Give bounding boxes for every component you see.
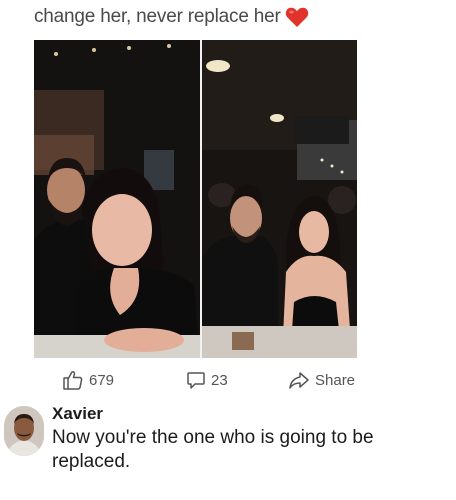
share-label: Share	[315, 371, 356, 389]
comment-button[interactable]: 23	[186, 370, 228, 390]
share-arrow-icon	[289, 372, 309, 389]
comment-count: 23	[211, 371, 228, 389]
like-button[interactable]: 679	[62, 369, 114, 391]
comment-icon	[187, 372, 205, 389]
thumbs-up-icon	[63, 370, 83, 390]
post-caption-text: change her, never replace her	[34, 6, 281, 27]
comment-body: Xavier Now you're the one who is going t…	[52, 404, 432, 474]
avatar[interactable]	[4, 406, 44, 456]
like-count: 679	[89, 371, 115, 389]
comment-text: Now you're the one who is going to be re…	[52, 427, 374, 472]
post-photo[interactable]	[34, 40, 357, 358]
post-actions: 679 23 Share	[62, 368, 362, 392]
photo-before	[34, 40, 200, 358]
comment-author[interactable]: Xavier	[52, 404, 432, 424]
post-caption: change her, never replace her	[34, 6, 309, 28]
heart-icon	[285, 6, 309, 28]
share-button[interactable]: Share	[288, 370, 355, 390]
photo-after	[202, 40, 357, 358]
